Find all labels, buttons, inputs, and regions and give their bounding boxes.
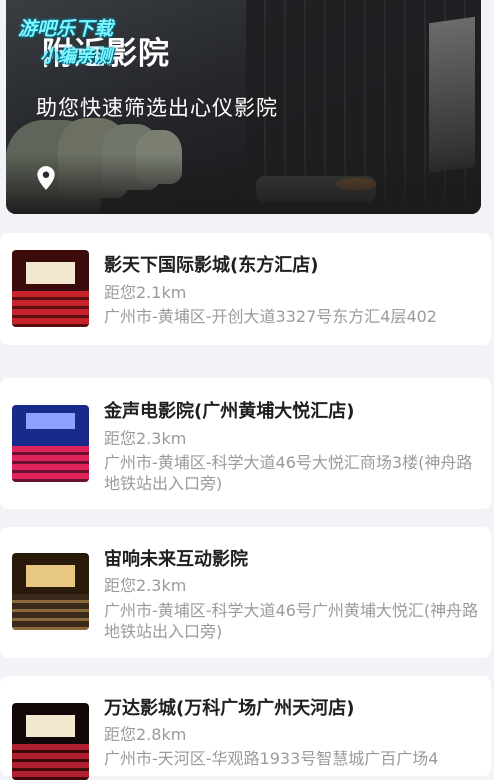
banner-screen (429, 16, 475, 174)
cinema-thumbnail (12, 553, 89, 630)
cinema-distance: 距您2.3km (104, 576, 187, 595)
cinema-address: 广州市-黄埔区-科学大道46号广州黄埔大悦汇(神舟路地铁站出入口旁) (104, 601, 479, 641)
cinema-distance: 距您2.1km (104, 283, 187, 302)
cinema-distance: 距您2.8km (104, 725, 187, 744)
cinema-thumbnail (12, 405, 89, 482)
cinema-address: 广州市-黄埔区-开创大道3327号东方汇4层402 (104, 307, 437, 326)
banner-subtitle: 助您快速筛选出心仪影院 (36, 96, 278, 120)
watermark-line2: 小编亲测 (40, 46, 112, 67)
cinema-list-item[interactable]: 影天下国际影城(东方汇店) 距您2.1km 广州市-黄埔区-开创大道3327号东… (0, 233, 491, 345)
cinema-address: 广州市-黄埔区-科学大道46号大悦汇商场3楼(神舟路地铁站出入口旁) (104, 453, 473, 493)
cinema-list-item[interactable]: 万达影城(万科广场广州天河店) 距您2.8km 广州市-天河区-华观路1933号… (0, 676, 491, 780)
location-pin-icon[interactable] (33, 165, 59, 191)
cinema-list-item[interactable]: 宙响未来互动影院 距您2.3km 广州市-黄埔区-科学大道46号广州黄埔大悦汇(… (0, 527, 491, 658)
cinema-name: 宙响未来互动影院 (104, 549, 248, 570)
cinema-thumbnail (12, 703, 89, 780)
cinema-name: 万达影城(万科广场广州天河店) (104, 698, 355, 719)
cinema-distance: 距您2.3km (104, 429, 187, 448)
cinema-list-item[interactable]: 金声电影院(广州黄埔大悦汇店) 距您2.3km 广州市-黄埔区-科学大道46号大… (0, 378, 491, 509)
cinema-thumbnail (12, 250, 89, 327)
watermark-logo: 游吧乐下载 小编亲测 (10, 8, 180, 68)
cinema-name: 金声电影院(广州黄埔大悦汇店) (104, 401, 355, 422)
cinema-name: 影天下国际影城(东方汇店) (104, 255, 319, 276)
banner-floor (6, 154, 481, 214)
cinema-address: 广州市-天河区-华观路1933号智慧城广百广场4 (104, 749, 439, 768)
watermark-line1: 游吧乐下载 (18, 18, 114, 40)
